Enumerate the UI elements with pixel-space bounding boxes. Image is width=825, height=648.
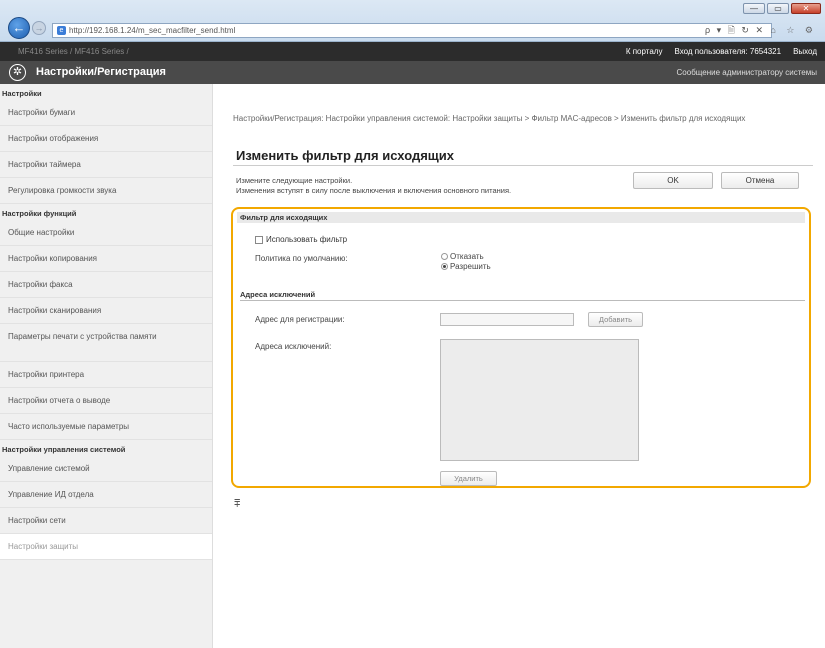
- sidebar-item-memory-print[interactable]: Параметры печати с устройства памяти: [0, 324, 212, 362]
- sidebar-item-system[interactable]: Управление системой: [0, 456, 212, 482]
- sidebar-item-timer[interactable]: Настройки таймера: [0, 152, 212, 178]
- default-policy-label: Политика по умолчанию:: [255, 254, 348, 263]
- device-name: MF416 Series / MF416 Series /: [18, 47, 129, 56]
- exception-list-label: Адреса исключений:: [255, 342, 332, 351]
- divider: [233, 165, 813, 166]
- description-line: Изменения вступят в силу после выключени…: [236, 186, 512, 195]
- divider: [240, 300, 805, 301]
- ok-button[interactable]: OK: [633, 172, 713, 189]
- use-filter-label: Использовать фильтр: [266, 235, 348, 244]
- sidebar-item-copy[interactable]: Настройки копирования: [0, 246, 212, 272]
- delete-button[interactable]: Удалить: [440, 471, 497, 486]
- header-title: Настройки/Регистрация: [36, 66, 166, 78]
- scroll-to-top-icon[interactable]: ⩱: [234, 498, 240, 511]
- top-links: К порталу Вход пользователя: 7654321 Вых…: [626, 47, 817, 56]
- sidebar-item-common[interactable]: Общие настройки: [0, 220, 212, 246]
- register-address-input[interactable]: [440, 313, 574, 326]
- logout-link[interactable]: Выход: [793, 47, 817, 56]
- sidebar-item-display[interactable]: Настройки отображения: [0, 126, 212, 152]
- address-tools[interactable]: ρ ▾ 🗎 ↻ ✕: [705, 23, 771, 39]
- browser-tool-icons[interactable]: ⌂ ☆ ⚙: [770, 25, 817, 36]
- back-arrow-icon[interactable]: ←: [8, 17, 30, 39]
- user-id: 7654321: [749, 47, 782, 56]
- exception-address-list[interactable]: [440, 339, 639, 461]
- radio-allow-label: Разрешить: [450, 262, 491, 271]
- address-url: http://192.168.1.24/m_sec_macfilter_send…: [69, 26, 236, 35]
- sidebar-item-favorites[interactable]: Часто используемые параметры: [0, 414, 212, 440]
- page-title: Изменить фильтр для исходящих: [236, 148, 454, 163]
- sidebar-item-output-report[interactable]: Настройки отчета о выводе: [0, 388, 212, 414]
- section-heading: Фильтр для исходящих: [237, 212, 805, 223]
- outgoing-filter-panel: Фильтр для исходящих Использовать фильтр…: [231, 207, 811, 488]
- sidebar-item-scan[interactable]: Настройки сканирования: [0, 298, 212, 324]
- radio-dot-selected[interactable]: [441, 263, 448, 270]
- browser-chrome: — ▭ ✕ ← → e http://192.168.1.24/m_sec_ma…: [0, 0, 825, 42]
- sidebar-heading: Настройки управления системой: [2, 445, 126, 454]
- forward-arrow-icon[interactable]: →: [32, 21, 46, 35]
- radio-dot[interactable]: [441, 253, 448, 260]
- exceptions-heading: Адреса исключений: [240, 290, 316, 299]
- sidebar-item-network[interactable]: Настройки сети: [0, 508, 212, 534]
- add-button[interactable]: Добавить: [588, 312, 643, 327]
- register-address-label: Адрес для регистрации:: [255, 315, 345, 324]
- portal-link[interactable]: К порталу: [626, 47, 663, 56]
- gear-icon: ✲: [9, 64, 26, 81]
- breadcrumb: Настройки/Регистрация: Настройки управле…: [233, 114, 746, 123]
- page-icon: e: [57, 26, 66, 35]
- use-filter-checkbox[interactable]: Использовать фильтр: [255, 235, 347, 244]
- restore-button[interactable]: ▭: [767, 3, 789, 14]
- sidebar: Настройки Настройки бумаги Настройки ото…: [0, 84, 213, 648]
- top-bar: MF416 Series / MF416 Series / К порталу …: [0, 42, 825, 61]
- login-label: Вход пользователя:: [674, 47, 748, 56]
- description-line: Измените следующие настройки.: [236, 176, 353, 185]
- radio-deny-label: Отказать: [450, 252, 484, 261]
- sidebar-item-dept-id[interactable]: Управление ИД отдела: [0, 482, 212, 508]
- window-controls: — ▭ ✕: [743, 3, 821, 14]
- cancel-button[interactable]: Отмена: [721, 172, 799, 189]
- radio-allow[interactable]: Разрешить: [441, 262, 491, 271]
- sidebar-item-volume[interactable]: Регулировка громкости звука: [0, 178, 212, 204]
- address-bar[interactable]: e http://192.168.1.24/m_sec_macfilter_se…: [52, 23, 772, 38]
- radio-deny[interactable]: Отказать: [441, 252, 484, 261]
- sidebar-item-security[interactable]: Настройки защиты: [0, 534, 212, 560]
- description: Измените следующие настройки. Изменения …: [236, 176, 511, 196]
- sidebar-heading: Настройки функций: [2, 209, 77, 218]
- sidebar-item-printer[interactable]: Настройки принтера: [0, 362, 212, 388]
- checkbox-box[interactable]: [255, 235, 263, 244]
- page-header: ✲ Настройки/Регистрация Сообщение админи…: [0, 61, 825, 84]
- sidebar-item-fax[interactable]: Настройки факса: [0, 272, 212, 298]
- minimize-button[interactable]: —: [743, 3, 765, 14]
- sidebar-heading: Настройки: [2, 89, 42, 98]
- sidebar-item-paper[interactable]: Настройки бумаги: [0, 100, 212, 126]
- close-button[interactable]: ✕: [791, 3, 821, 14]
- login-info: Вход пользователя: 7654321: [674, 47, 781, 56]
- admin-message-link[interactable]: Сообщение администратору системы: [677, 68, 817, 77]
